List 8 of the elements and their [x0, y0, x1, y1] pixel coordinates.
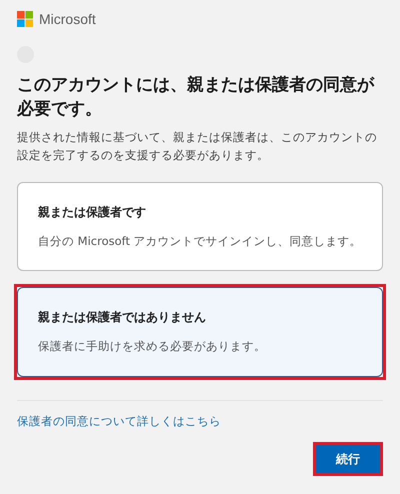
option-card[interactable]: 親または保護者です 自分の Microsoft アカウントでサインインし、同意します。 [17, 182, 383, 272]
brand-name: Microsoft [39, 10, 96, 28]
continue-button[interactable]: 続行 [316, 444, 380, 473]
description-text: 提供された情報に基づいて、親または保護者は、このアカウントの設定を完了するのを支援する必要があります。 [17, 129, 378, 164]
learn-more-link[interactable]: 保護者の同意について詳しくはこちら [17, 412, 221, 430]
option-card[interactable]: 親または保護者ではありません 保護者に手助けを求める必要があります。 [17, 287, 383, 376]
page-heading: このアカウントには、親または保護者の同意が必要です。 [17, 74, 376, 121]
logo-icon [17, 11, 33, 27]
